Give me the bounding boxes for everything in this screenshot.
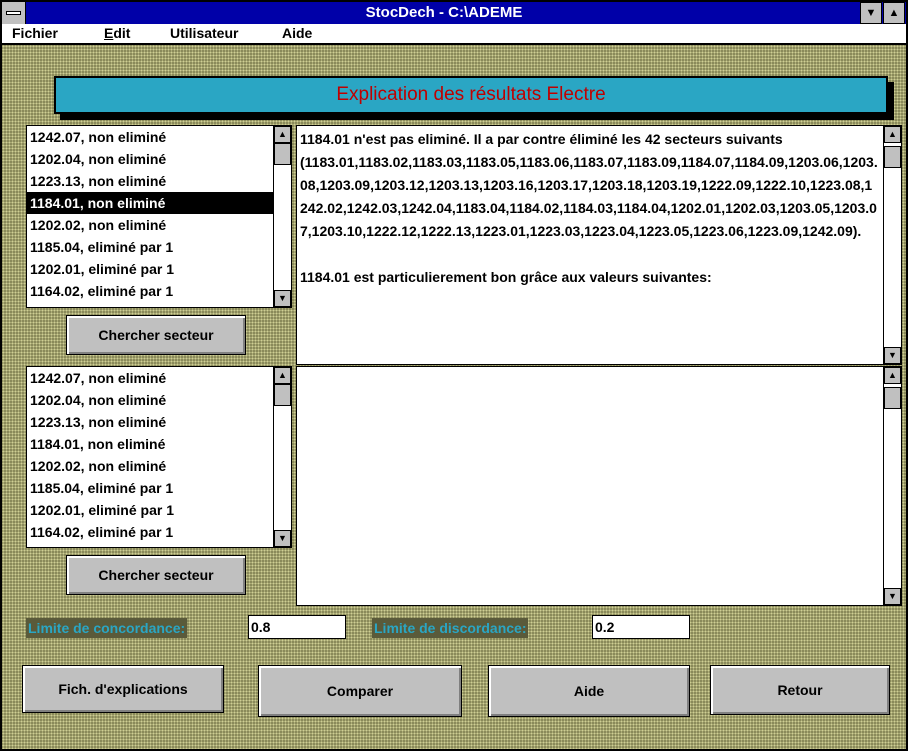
list-item[interactable]: 1223.13, non eliminé — [27, 411, 291, 433]
title-bar[interactable]: StocDech - C:\ADEME ▼ ▲ — [2, 2, 906, 24]
list-item[interactable]: 1185.04, eliminé par 1 — [27, 236, 291, 258]
client-area: Explication des résultats Electre 1242.0… — [2, 45, 906, 749]
explications-button[interactable]: Fich. d'explications — [22, 665, 224, 713]
menu-edit[interactable]: Edit — [104, 25, 130, 41]
down-arrow-icon[interactable]: ▼ — [274, 290, 291, 307]
list-item[interactable]: 1202.01, eliminé par 1 — [27, 499, 291, 521]
up-arrow-icon[interactable]: ▲ — [274, 367, 291, 384]
scroll-thumb[interactable] — [274, 384, 291, 406]
minimize-button[interactable]: ▼ — [860, 2, 882, 24]
list-item[interactable]: 1202.01, eliminé par 1 — [27, 258, 291, 280]
up-arrow-icon[interactable]: ▲ — [884, 367, 901, 384]
explanation-line: 1184.01 n'est pas eliminé. Il a par cont… — [300, 131, 783, 147]
window-title: StocDech - C:\ADEME — [365, 4, 523, 21]
list-scrollbar[interactable]: ▲ ▼ — [273, 126, 291, 307]
values-text[interactable]: ▲ ▼ — [296, 366, 902, 606]
list-item[interactable]: 1242.07, non eliminé — [27, 126, 291, 148]
concordance-label: Limite de concordance: — [26, 618, 188, 638]
list-item[interactable]: 1242.07, non eliminé — [27, 367, 291, 389]
list-item[interactable]: 1202.02, non eliminé — [27, 455, 291, 477]
comparer-button[interactable]: Comparer — [258, 665, 462, 717]
menu-fichier[interactable]: Fichier — [12, 25, 58, 41]
retour-button[interactable]: Retour — [710, 665, 890, 715]
explanation-text[interactable]: 1184.01 n'est pas eliminé. Il a par cont… — [296, 125, 902, 365]
scroll-thumb[interactable] — [884, 146, 901, 168]
list-item[interactable]: 1164.02, eliminé par 1 — [27, 280, 291, 302]
up-arrow-icon[interactable]: ▲ — [274, 126, 291, 143]
list-item-selected[interactable]: 1184.01, non eliminé — [27, 192, 291, 214]
discordance-label: Limite de discordance: — [372, 618, 529, 638]
list-scrollbar[interactable]: ▲ ▼ — [273, 367, 291, 547]
aide-button[interactable]: Aide — [488, 665, 690, 717]
menu-utilisateur[interactable]: Utilisateur — [170, 25, 238, 41]
menu-bar: Fichier Edit Utilisateur Aide — [2, 24, 906, 44]
menu-aide[interactable]: Aide — [282, 25, 312, 41]
list-item[interactable]: 1164.02, eliminé par 1 — [27, 521, 291, 543]
up-arrow-icon[interactable]: ▲ — [884, 126, 901, 143]
explanation-sector-list: (1183.01,1183.02,1183.03,1183.05,1183.06… — [300, 154, 878, 239]
system-menu-icon[interactable] — [2, 2, 26, 24]
chercher-secteur-button-1[interactable]: Chercher secteur — [66, 315, 246, 355]
sector-list-top[interactable]: 1242.07, non eliminé 1202.04, non elimin… — [26, 125, 292, 308]
list-item[interactable]: 1223.13, non eliminé — [27, 170, 291, 192]
text-scrollbar[interactable]: ▲ ▼ — [883, 367, 901, 605]
list-item[interactable]: 1202.04, non eliminé — [27, 389, 291, 411]
app-window: StocDech - C:\ADEME ▼ ▲ Fichier Edit Uti… — [0, 0, 908, 751]
down-arrow-icon[interactable]: ▼ — [884, 347, 901, 364]
list-item[interactable]: 1202.02, non eliminé — [27, 214, 291, 236]
values-content — [297, 367, 901, 371]
list-item[interactable]: 1185.04, eliminé par 1 — [27, 477, 291, 499]
maximize-button[interactable]: ▲ — [883, 2, 905, 24]
scroll-thumb[interactable] — [884, 387, 901, 409]
page-title: Explication des résultats Electre — [54, 76, 888, 114]
chercher-secteur-button-2[interactable]: Chercher secteur — [66, 555, 246, 595]
down-arrow-icon[interactable]: ▼ — [274, 530, 291, 547]
scroll-thumb[interactable] — [274, 143, 291, 165]
explanation-line: 1184.01 est particulierement bon grâce a… — [300, 269, 712, 285]
list-item[interactable]: 1202.04, non eliminé — [27, 148, 291, 170]
text-scrollbar[interactable]: ▲ ▼ — [883, 126, 901, 364]
concordance-field[interactable]: 0.8 — [248, 615, 346, 639]
sector-list-bottom[interactable]: 1242.07, non eliminé 1202.04, non elimin… — [26, 366, 292, 548]
down-arrow-icon[interactable]: ▼ — [884, 588, 901, 605]
list-item[interactable]: 1184.01, non eliminé — [27, 433, 291, 455]
discordance-field[interactable]: 0.2 — [592, 615, 690, 639]
